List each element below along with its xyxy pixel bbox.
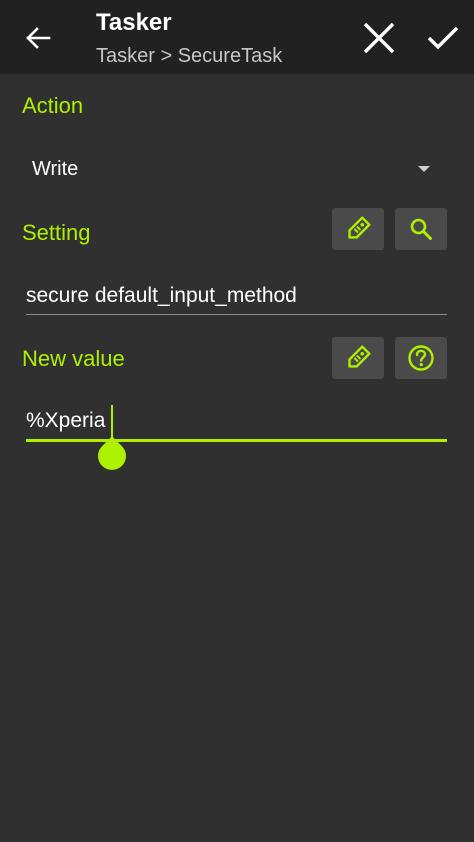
search-icon	[410, 218, 432, 240]
app-bar: Tasker Tasker > SecureTask	[0, 0, 474, 74]
app-title: Tasker	[96, 9, 172, 36]
new-value-field[interactable]: %Xperia	[26, 409, 447, 439]
close-icon	[363, 22, 395, 54]
new-value-help-button[interactable]	[395, 337, 447, 379]
new-value-variable-tag-button[interactable]	[332, 337, 384, 379]
setting-search-button[interactable]	[395, 208, 447, 250]
text-cursor	[111, 405, 113, 439]
setting-field[interactable]: secure default_input_method	[26, 284, 447, 314]
setting-field-underline	[26, 314, 447, 315]
setting-label: Setting	[22, 220, 91, 245]
setting-field-value: secure default_input_method	[26, 284, 297, 307]
text-selection-handle[interactable]	[92, 436, 132, 476]
setting-variable-tag-button[interactable]	[332, 208, 384, 250]
dropdown-arrow-icon	[418, 166, 430, 172]
cancel-button[interactable]	[356, 16, 402, 60]
back-button[interactable]	[16, 20, 60, 56]
tag-icon	[348, 345, 371, 368]
new-value-label: New value	[22, 346, 125, 371]
action-spinner-value: Write	[32, 158, 79, 180]
confirm-button[interactable]	[420, 16, 466, 60]
new-value-field-underline	[26, 439, 447, 442]
tag-icon	[348, 216, 371, 239]
check-icon	[427, 26, 459, 50]
action-spinner[interactable]: Write	[22, 146, 446, 192]
new-value-field-value: %Xperia	[26, 409, 106, 432]
arrow-left-icon	[26, 27, 51, 49]
action-label: Action	[22, 93, 84, 118]
breadcrumb: Tasker > SecureTask	[96, 45, 283, 67]
help-icon	[408, 345, 434, 371]
